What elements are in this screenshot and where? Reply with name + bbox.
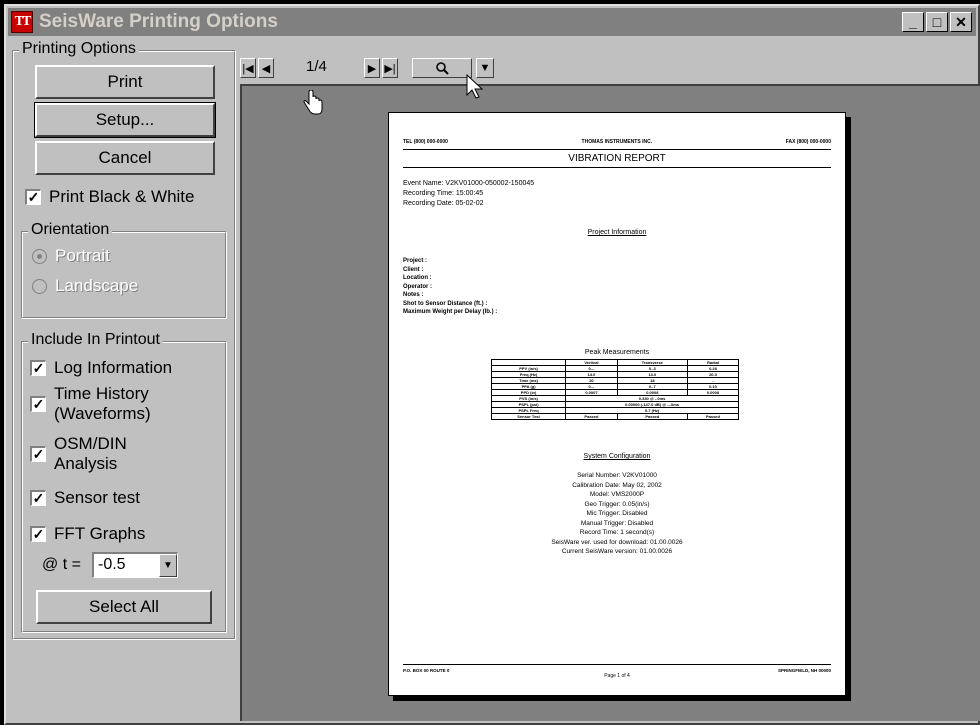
minimize-button[interactable]: _: [902, 12, 924, 32]
event-line: Recording Time: 15:00:45: [403, 190, 484, 197]
sensor-test-checkbox[interactable]: ✓ Sensor test: [30, 488, 140, 508]
window-title: SeisWare Printing Options: [39, 11, 278, 32]
close-button[interactable]: ✕: [950, 12, 972, 32]
print-button[interactable]: Print: [35, 65, 215, 99]
checkmark-icon: ✓: [30, 396, 46, 412]
project-info-heading: Project Information: [587, 229, 647, 236]
table-row: Sensor Test Passed Passed Passed: [490, 413, 740, 420]
landscape-label: Landscape: [55, 276, 139, 295]
osm-din-checkbox[interactable]: ✓ OSM/DIN Analysis: [30, 434, 127, 474]
report-title: VIBRATION REPORT: [568, 153, 666, 164]
system-line: Model: VMS2000P: [589, 491, 645, 498]
checkmark-icon: ✓: [25, 189, 41, 205]
app-logo-icon: TT: [11, 11, 33, 33]
system-line: Current SeisWare version: 01.00.0026: [561, 548, 673, 555]
landscape-radio[interactable]: Landscape: [32, 276, 138, 296]
previous-page-icon[interactable]: ◀: [258, 58, 274, 78]
page-indicator: 1/4: [306, 58, 327, 75]
event-info: Event Name: V2KV01000-050002-150045 Reco…: [403, 179, 534, 209]
time-label: @ t =: [42, 556, 81, 573]
printing-options-group: Printing Options Print Setup... Cancel ✓…: [12, 40, 236, 640]
fft-graphs-label: FFT Graphs: [54, 524, 146, 543]
system-line: Calibration Date: May 02, 2002: [572, 481, 662, 489]
checkmark-icon: ✓: [30, 526, 46, 542]
print-bw-checkbox[interactable]: ✓ Print Black & White: [25, 187, 195, 207]
orientation-group: Orientation Portrait Landscape: [21, 221, 227, 319]
checkmark-icon: ✓: [30, 446, 46, 462]
time-history-label: Time History (Waveforms): [54, 384, 151, 423]
system-line: SeisWare ver. used for download: 01.00.0…: [551, 538, 683, 546]
maximize-button[interactable]: □: [926, 12, 948, 32]
project-line: Location :: [403, 275, 432, 281]
select-all-button[interactable]: Select All: [36, 590, 212, 624]
table-cell: Passed: [686, 413, 740, 420]
portrait-label: Portrait: [55, 246, 110, 265]
event-line: Event Name: V2KV01000-050002-150045: [403, 180, 535, 187]
title-rule: [403, 167, 831, 168]
print-bw-label: Print Black & White: [49, 187, 195, 206]
project-line: Operator :: [403, 283, 433, 290]
project-line: Shot to Sensor Distance (ft.) :: [403, 300, 488, 307]
system-line: Mic Trigger: Disabled: [586, 510, 648, 517]
footer-rule: [403, 664, 831, 665]
include-printout-label: Include In Printout: [28, 331, 163, 349]
time-history-checkbox[interactable]: ✓ Time History (Waveforms): [30, 384, 151, 424]
header-company: THOMAS INSTRUMENTS INC.: [581, 139, 653, 145]
radio-empty-icon: [32, 278, 47, 294]
header-phone: TEL (800) 000-0000: [403, 139, 448, 145]
report-header: TEL (800) 000-0000 THOMAS INSTRUMENTS IN…: [403, 139, 831, 145]
printing-options-window: TT SeisWare Printing Options _ □ ✕ Print…: [4, 4, 980, 725]
table-cell: Sensor Test: [490, 413, 567, 420]
setup-button[interactable]: Setup...: [34, 102, 216, 138]
print-preview-area[interactable]: TEL (800) 000-0000 THOMAS INSTRUMENTS IN…: [240, 84, 980, 721]
log-information-checkbox[interactable]: ✓ Log Information: [30, 358, 172, 378]
system-line: Geo Trigger: 0.05(in/s): [584, 500, 650, 508]
system-config-heading: System Configuration: [583, 453, 651, 460]
title-bar[interactable]: TT SeisWare Printing Options _ □ ✕: [8, 8, 976, 36]
project-line: Notes :: [403, 292, 424, 298]
printing-options-label: Printing Options: [19, 40, 139, 58]
fft-graphs-checkbox[interactable]: ✓ FFT Graphs: [30, 524, 145, 544]
system-line: Manual Trigger: Disabled: [580, 519, 654, 527]
cancel-button[interactable]: Cancel: [35, 141, 215, 175]
first-page-icon[interactable]: |◀: [240, 58, 256, 78]
page-number: Page 1 of 4: [604, 673, 630, 679]
system-line: Record Time: 1 second(s): [579, 529, 655, 536]
sensor-test-label: Sensor test: [54, 488, 140, 507]
magnifier-icon: [436, 62, 449, 75]
peak-measurements-heading: Peak Measurements: [584, 349, 650, 356]
peak-measurements-table: Vertical Transverse Radial PPV (in/s) 0.…: [490, 359, 740, 420]
options-panel: Printing Options Print Setup... Cancel ✓…: [12, 40, 240, 720]
log-information-label: Log Information: [54, 358, 173, 377]
osm-din-label: OSM/DIN Analysis: [54, 434, 127, 473]
project-info: Project : Client : Location : Operator :…: [403, 257, 497, 317]
project-line: Maximum Weight per Delay (lb.) :: [403, 309, 498, 315]
chevron-down-icon[interactable]: ▼: [159, 554, 177, 577]
preview-page: TEL (800) 000-0000 THOMAS INSTRUMENTS IN…: [388, 112, 846, 696]
orientation-label: Orientation: [28, 221, 113, 239]
portrait-radio[interactable]: Portrait: [32, 246, 110, 266]
zoom-button[interactable]: [412, 58, 472, 78]
time-select[interactable]: -0.5 ▼: [92, 552, 178, 578]
include-printout-group: Include In Printout ✓ Log Information ✓ …: [21, 331, 227, 633]
table-cell: Passed: [565, 413, 618, 420]
zoom-dropdown-icon[interactable]: ▼: [476, 58, 494, 78]
radio-selected-icon: [32, 248, 47, 264]
header-rule: [403, 149, 831, 150]
system-line: Serial Number: V2KV01000: [577, 472, 657, 479]
project-line: Client :: [403, 266, 424, 273]
time-value: -0.5: [98, 556, 126, 573]
last-page-icon[interactable]: ▶|: [382, 58, 398, 78]
checkmark-icon: ✓: [30, 360, 46, 376]
project-line: Project :: [403, 258, 428, 264]
system-config: Serial Number: V2KV01000 Calibration Dat…: [389, 471, 845, 557]
preview-toolbar: |◀ ◀ 1/4 ▶ ▶| ▼: [240, 56, 980, 82]
event-line: Recording Date: 05-02-02: [403, 200, 484, 207]
header-fax: FAX (800) 000-0000: [785, 139, 831, 145]
checkmark-icon: ✓: [30, 490, 46, 506]
next-page-icon[interactable]: ▶: [364, 58, 380, 78]
table-cell: Passed: [616, 413, 688, 420]
